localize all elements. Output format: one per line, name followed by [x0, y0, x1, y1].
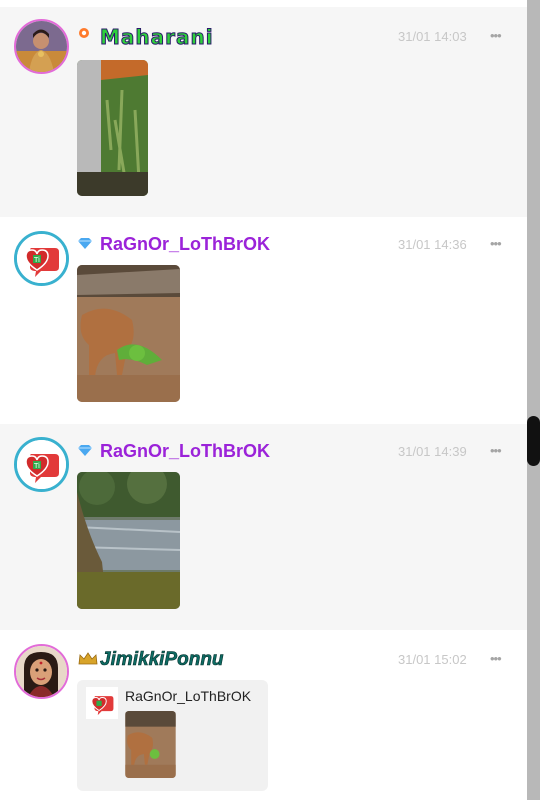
scrollbar-track[interactable] — [527, 0, 540, 800]
username[interactable]: RaGnOr_LoThBrOK — [100, 441, 270, 462]
fire-badge-icon — [78, 27, 90, 43]
diamond-badge-icon — [78, 237, 92, 253]
message-feed[interactable]: Maharani 31/01 14:03 ••• Ti RaGnOr_LoThB… — [0, 0, 527, 800]
diamond-badge-icon — [78, 444, 92, 460]
more-options-icon[interactable]: ••• — [490, 651, 502, 666]
svg-text:Ti: Ti — [33, 462, 40, 470]
username[interactable]: Maharani — [100, 25, 214, 50]
message-item[interactable]: Maharani 31/01 14:03 ••• — [0, 7, 527, 217]
timestamp: 31/01 14:03 — [398, 29, 467, 44]
chat-feed-page: Maharani 31/01 14:03 ••• Ti RaGnOr_LoThB… — [0, 0, 540, 800]
message-item[interactable]: Ti RaGnOr_LoThBrOK 31/01 14:39 ••• — [0, 424, 527, 630]
more-options-icon[interactable]: ••• — [490, 236, 502, 251]
avatar[interactable]: Ti — [14, 437, 69, 492]
message-item[interactable]: Ti RaGnOr_LoThBrOK 31/01 14:36 ••• — [0, 217, 527, 424]
scrollbar-thumb[interactable] — [527, 416, 540, 466]
quoted-photo-thumbnail[interactable] — [125, 711, 176, 778]
avatar[interactable]: Ti — [14, 231, 69, 286]
username[interactable]: RaGnOr_LoThBrOK — [100, 234, 270, 255]
timestamp: 31/01 15:02 — [398, 652, 467, 667]
quoted-avatar — [86, 687, 118, 719]
quoted-message[interactable]: RaGnOr_LoThBrOK — [77, 680, 268, 791]
avatar[interactable] — [14, 644, 69, 699]
more-options-icon[interactable]: ••• — [490, 28, 502, 43]
photo-attachment[interactable] — [77, 265, 180, 402]
timestamp: 31/01 14:39 — [398, 444, 467, 459]
svg-text:Ti: Ti — [33, 256, 40, 264]
message-item[interactable]: JimikkiPonnu 31/01 15:02 ••• RaGnOr_LoTh… — [0, 630, 527, 800]
more-options-icon[interactable]: ••• — [490, 443, 502, 458]
photo-attachment[interactable] — [77, 472, 180, 609]
quoted-username: RaGnOr_LoThBrOK — [125, 688, 252, 704]
photo-attachment[interactable] — [77, 60, 148, 196]
timestamp: 31/01 14:36 — [398, 237, 467, 252]
avatar[interactable] — [14, 19, 69, 74]
crown-badge-icon — [78, 652, 98, 670]
username[interactable]: JimikkiPonnu — [100, 649, 224, 671]
